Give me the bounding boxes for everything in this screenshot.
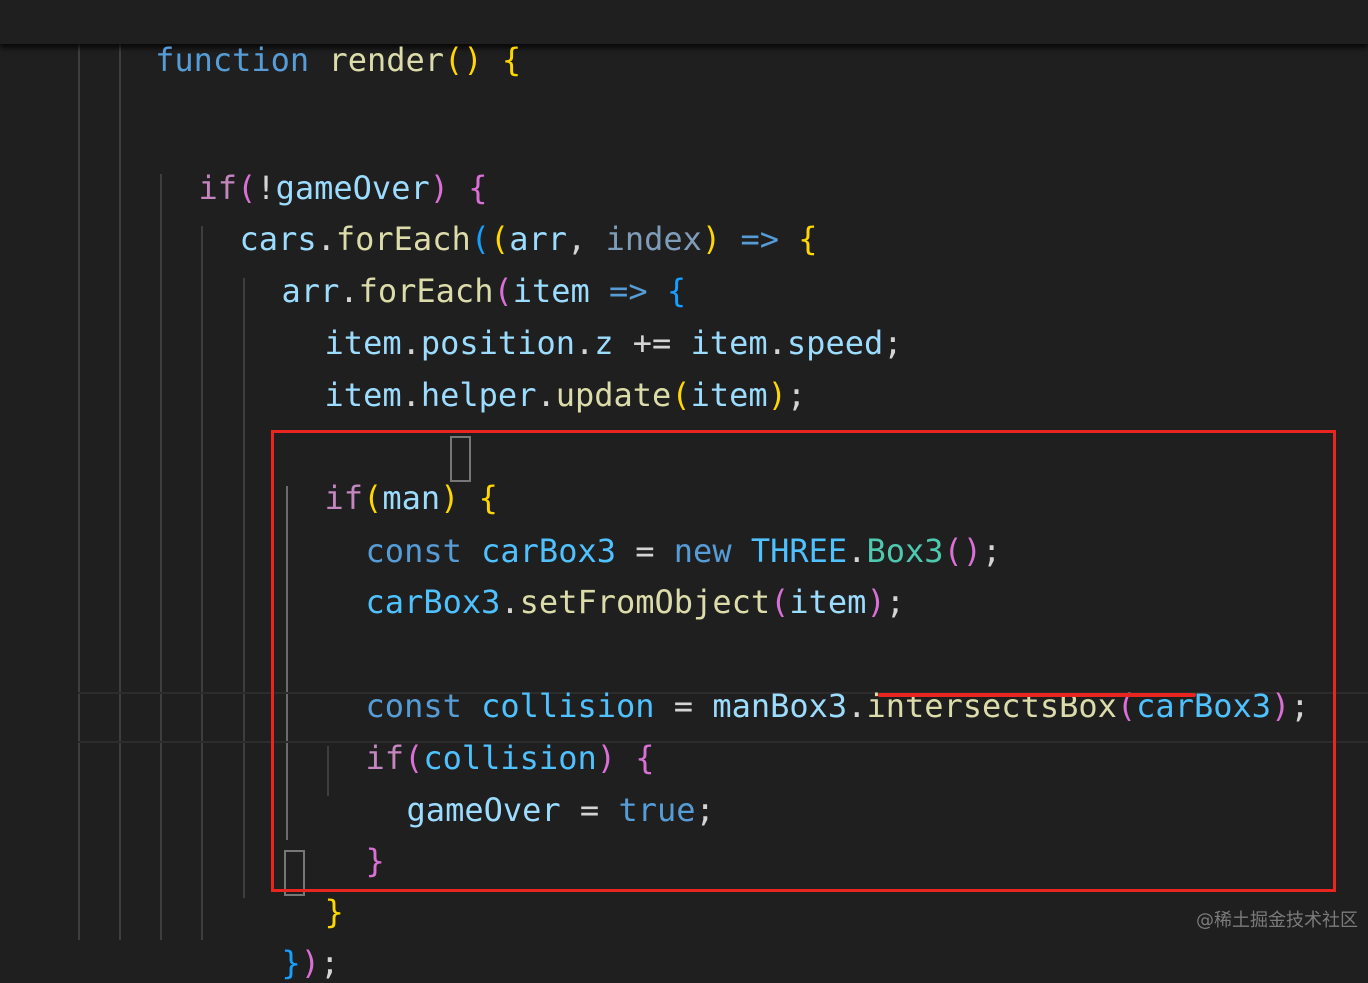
- dot: .: [536, 376, 556, 414]
- indent-guide: [243, 278, 245, 898]
- annotation-red-box: [271, 430, 1336, 892]
- open-paren: (: [671, 376, 691, 414]
- indent-guide: [119, 44, 121, 940]
- sticky-scroll-header[interactable]: function render() {: [0, 0, 1368, 79]
- open-brace: {: [501, 41, 522, 79]
- prop-helper: helper: [420, 376, 537, 414]
- arg-item: item: [690, 376, 768, 414]
- code-line-if-gameover[interactable]: if(!gameOver) {: [160, 128, 488, 207]
- open-brace: {: [798, 220, 818, 258]
- parens: (): [444, 41, 483, 79]
- annotation-red-underline: [878, 693, 1196, 697]
- arrow: =>: [740, 220, 779, 258]
- semicolon: ;: [883, 324, 903, 362]
- code-line-position[interactable]: item.position.z += item.speed;: [286, 283, 903, 362]
- var-item: item: [324, 376, 402, 414]
- code-line-close-arr-foreach[interactable]: });: [243, 903, 340, 982]
- method-update: update: [555, 376, 672, 414]
- indent-guide: [160, 174, 162, 940]
- code-line-cars-foreach[interactable]: cars.forEach((arr, index) => {: [201, 179, 818, 258]
- watermark: @稀土掘金技术社区: [1196, 910, 1358, 931]
- close-brace: }: [281, 944, 301, 982]
- dot: .: [401, 376, 421, 414]
- code-line-helper-update[interactable]: item.helper.update(item);: [286, 335, 807, 414]
- semicolon: ;: [786, 376, 807, 414]
- indent-guide: [201, 226, 203, 940]
- indent-guide: [78, 44, 80, 940]
- code-line-arr-foreach[interactable]: arr.forEach(item => {: [243, 231, 687, 310]
- keyword-function: function: [155, 41, 310, 79]
- close-paren: ): [300, 944, 321, 982]
- close-paren: ): [767, 376, 787, 414]
- code-line-function-render[interactable]: function render() {: [78, 0, 521, 79]
- function-name: render: [328, 41, 445, 79]
- close-paren-inner: ): [701, 220, 722, 258]
- semicolon: ;: [320, 944, 340, 982]
